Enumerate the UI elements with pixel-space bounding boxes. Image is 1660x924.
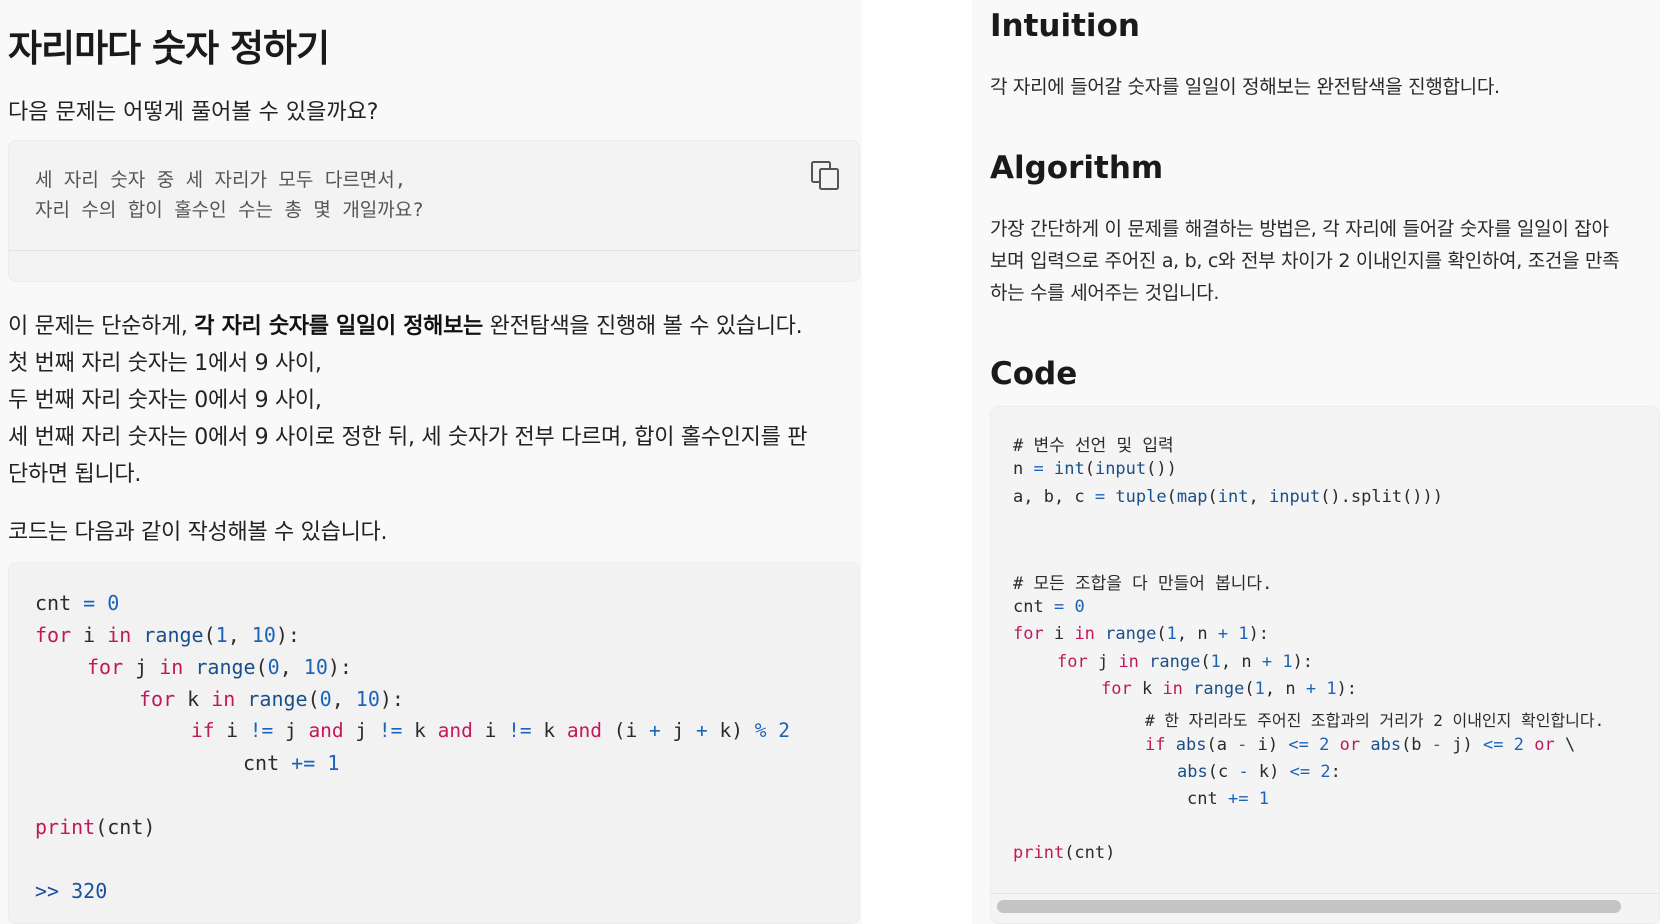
explanation-line-3: 두 번째 자리 숫자는 0에서 9 사이, bbox=[8, 388, 322, 413]
question-text: 다음 문제는 어떻게 풀어볼 수 있을까요? bbox=[8, 100, 379, 125]
code-line: for i in range(1, 10): bbox=[35, 623, 300, 647]
code-line: for i in range(1, n + 1): bbox=[1013, 624, 1270, 644]
algorithm-heading: Algorithm bbox=[990, 150, 1164, 186]
scrollbar-thumb[interactable] bbox=[997, 900, 1621, 913]
code-line: cnt = 0 bbox=[1013, 597, 1085, 617]
explanation-line-1-suffix: 완전탐색을 진행해 볼 수 있습니다. bbox=[482, 314, 803, 339]
algorithm-line-2: 보며 입력으로 주어진 a, b, c와 전부 차이가 2 이내인지를 확인하여… bbox=[990, 250, 1620, 272]
code-line: if i != j and j != k and i != k and (i +… bbox=[191, 719, 790, 742]
panel-gap bbox=[862, 0, 972, 924]
explanation-line-5: 단하면 됩니다. bbox=[8, 462, 142, 487]
code-intro-text: 코드는 다음과 같이 작성해볼 수 있습니다. bbox=[8, 520, 388, 545]
code-line: for j in range(0, 10): bbox=[87, 655, 352, 679]
code-line: for j in range(1, n + 1): bbox=[1057, 652, 1314, 672]
explanation-line-1-prefix: 이 문제는 단순하게, bbox=[8, 314, 195, 339]
explanation-line-2: 첫 번째 자리 숫자는 1에서 9 사이, bbox=[8, 351, 322, 376]
explanation-line-1-bold: 각 자리 숫자를 일일이 정해보는 bbox=[194, 314, 483, 339]
code-line: cnt += 1 bbox=[1187, 789, 1269, 809]
code-line: cnt = 0 bbox=[35, 591, 120, 615]
intuition-text: 각 자리에 들어갈 숫자를 일일이 정해보는 완전탐색을 진행합니다. bbox=[990, 76, 1500, 98]
code-line: cnt += 1 bbox=[243, 751, 340, 775]
output-prompt: >> bbox=[35, 879, 60, 903]
code-line: n = int(input()) bbox=[1013, 459, 1177, 479]
code-line: abs(c - k) <= 2: bbox=[1177, 762, 1341, 782]
explanation-line-1: 이 문제는 단순하게, 각 자리 숫자를 일일이 정해보는 완전탐색을 진행해 … bbox=[8, 308, 803, 340]
code-line: for k in range(0, 10): bbox=[139, 687, 404, 711]
code-comment: # 모든 조합을 다 만들어 봅니다. bbox=[1013, 574, 1273, 594]
horizontal-scrollbar[interactable] bbox=[991, 893, 1659, 915]
algorithm-line-1: 가장 간단하게 이 문제를 해결하는 방법은, 각 자리에 들어갈 숫자를 일일… bbox=[990, 218, 1609, 240]
right-panel: Intuition 각 자리에 들어갈 숫자를 일일이 정해보는 완전탐색을 진… bbox=[972, 0, 1660, 924]
intuition-heading: Intuition bbox=[990, 8, 1140, 44]
quote-line-1: 세 자리 숫자 중 세 자리가 모두 다르면서, bbox=[35, 169, 407, 191]
code-output: >> 320 bbox=[35, 879, 107, 903]
page-title: 자리마다 숫자 정하기 bbox=[8, 27, 330, 70]
code-line: a, b, c = tuple(map(int, input().split()… bbox=[1013, 487, 1444, 507]
output-value: 320 bbox=[71, 879, 108, 903]
left-code-block: cnt = 0 for i in range(1, 10): for j in … bbox=[8, 562, 860, 924]
quote-divider bbox=[9, 250, 859, 251]
left-panel: 자리마다 숫자 정하기 다음 문제는 어떻게 풀어볼 수 있을까요? 세 자리 … bbox=[0, 0, 862, 924]
copy-icon[interactable] bbox=[809, 159, 843, 193]
code-comment: # 한 자리라도 주어진 조합과의 거리가 2 이내인지 확인합니다. bbox=[1145, 711, 1605, 730]
quote-line-2: 자리 수의 합이 홀수인 수는 총 몇 개일까요? bbox=[35, 199, 424, 221]
code-line: for k in range(1, n + 1): bbox=[1101, 679, 1358, 699]
right-code-block: # 변수 선언 및 입력 n = int(input()) a, b, c = … bbox=[990, 406, 1660, 924]
explanation-line-4: 세 번째 자리 숫자는 0에서 9 사이로 정한 뒤, 세 숫자가 전부 다르며… bbox=[8, 425, 808, 450]
code-line: if abs(a - i) <= 2 or abs(b - j) <= 2 or… bbox=[1145, 735, 1576, 755]
code-comment: # 변수 선언 및 입력 bbox=[1013, 436, 1174, 456]
code-line: print(cnt) bbox=[1013, 843, 1116, 863]
algorithm-line-3: 하는 수를 세어주는 것입니다. bbox=[990, 282, 1220, 304]
copy-icon-svg bbox=[811, 161, 839, 190]
problem-quote-box: 세 자리 숫자 중 세 자리가 모두 다르면서, 자리 수의 합이 홀수인 수는… bbox=[8, 140, 860, 282]
code-line: print(cnt) bbox=[35, 815, 156, 839]
code-heading: Code bbox=[990, 356, 1078, 392]
